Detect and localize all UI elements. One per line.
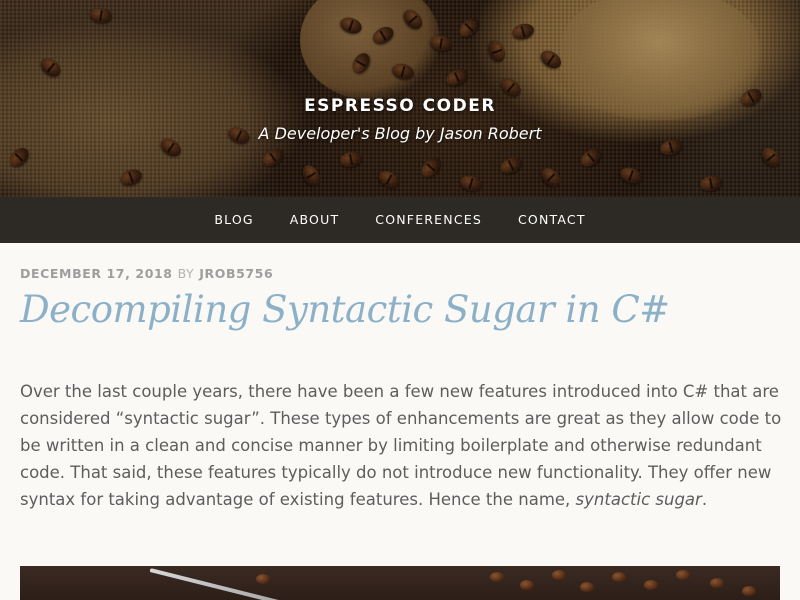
spoon-graphic <box>149 568 316 600</box>
post-featured-image <box>20 566 780 600</box>
nav-item-contact[interactable]: CONTACT <box>500 197 604 243</box>
post-author[interactable]: JROB5756 <box>199 266 273 281</box>
coffee-bean <box>580 582 594 592</box>
main-navigation: BLOG ABOUT CONFERENCES CONTACT <box>0 197 800 243</box>
site-header-hero: ESPRESSO CODER A Developer's Blog by Jas… <box>0 0 800 197</box>
nav-item-about[interactable]: ABOUT <box>272 197 358 243</box>
coffee-bean <box>612 572 626 582</box>
site-title[interactable]: ESPRESSO CODER <box>0 96 800 116</box>
post-emphasis: syntactic sugar <box>575 490 702 509</box>
coffee-bean <box>710 578 724 588</box>
nav-item-blog[interactable]: BLOG <box>196 197 271 243</box>
post-by-label: BY <box>177 266 195 281</box>
coffee-bean <box>490 572 504 582</box>
post-title[interactable]: Decompiling Syntactic Sugar in C# <box>20 286 790 334</box>
post-meta: DECEMBER 17, 2018 BY JROB5756 <box>20 266 273 281</box>
coffee-bean <box>742 586 756 596</box>
coffee-bean <box>256 574 270 584</box>
site-tagline: A Developer's Blog by Jason Robert <box>258 124 542 143</box>
post-paragraph: Over the last couple years, there have b… <box>20 378 782 513</box>
coffee-bean <box>644 580 658 590</box>
coffee-bean <box>676 570 690 580</box>
post-date[interactable]: DECEMBER 17, 2018 <box>20 266 173 281</box>
nav-item-conferences[interactable]: CONFERENCES <box>357 197 500 243</box>
coffee-bean <box>520 580 534 590</box>
coffee-bean <box>552 570 566 580</box>
post-paragraph-end: . <box>701 490 708 509</box>
